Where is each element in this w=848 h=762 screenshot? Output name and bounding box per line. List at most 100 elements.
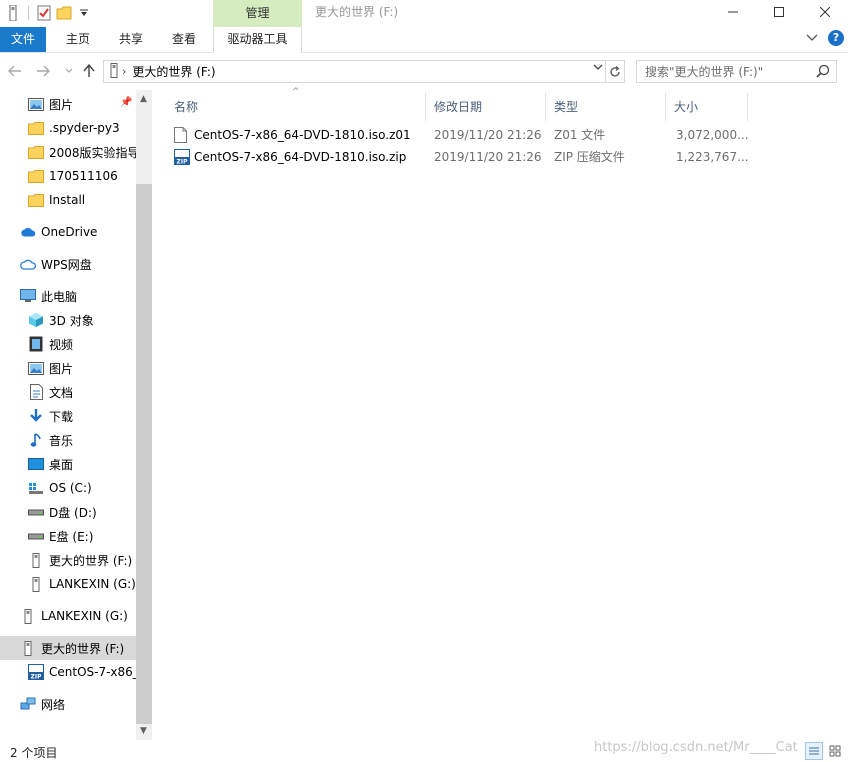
table-row[interactable]: CentOS-7-x86_64-DVD-1810.iso.z01 2019/11… bbox=[170, 124, 750, 146]
wps-cloud-icon bbox=[20, 256, 36, 272]
sidebar-item-lankexin[interactable]: LANKEXIN (G:) bbox=[20, 604, 136, 628]
pin-icon[interactable]: 📌 bbox=[120, 97, 132, 108]
sidebar-item-drive-f[interactable]: 更大的世界 (F:) bbox=[28, 548, 136, 572]
sidebar-item-downloads[interactable]: 下载 bbox=[28, 404, 136, 428]
sidebar-item-drive-g[interactable]: LANKEXIN (G:) bbox=[28, 572, 136, 596]
recent-locations-button[interactable] bbox=[60, 62, 78, 80]
sidebar-item-pictures[interactable]: 图片 bbox=[28, 356, 136, 380]
onedrive-icon bbox=[20, 224, 36, 240]
large-icons-view-icon[interactable] bbox=[826, 742, 844, 760]
file-date: 2019/11/20 21:26 bbox=[434, 150, 542, 164]
3d-objects-icon bbox=[28, 312, 44, 328]
sidebar-item-desktop[interactable]: 桌面 bbox=[28, 452, 136, 476]
column-header-date[interactable]: 修改日期 bbox=[428, 93, 546, 121]
breadcrumb-chevron-icon[interactable]: › bbox=[122, 65, 126, 78]
tab-manage[interactable]: 管理 bbox=[213, 0, 302, 27]
search-icon[interactable] bbox=[816, 64, 830, 81]
sidebar-item-documents[interactable]: 文档 bbox=[28, 380, 136, 404]
svg-text:ZIP: ZIP bbox=[31, 674, 43, 681]
navigation-pane: 图片 📌 .spyder-py3 2008版实验指导 170511106 Ins… bbox=[0, 90, 152, 740]
refresh-icon bbox=[609, 65, 620, 77]
tab-share[interactable]: 共享 bbox=[108, 27, 154, 52]
quick-access-toolbar bbox=[4, 3, 93, 23]
column-header-type[interactable]: 类型 bbox=[548, 93, 666, 121]
minimize-button[interactable] bbox=[710, 0, 756, 24]
sidebar-scrollbar[interactable]: ▲ ▼ bbox=[136, 90, 152, 740]
folder-icon bbox=[28, 144, 44, 160]
this-pc-icon bbox=[20, 288, 36, 304]
sidebar-scroll-thumb[interactable] bbox=[136, 184, 152, 724]
usb-drive-icon bbox=[20, 608, 36, 624]
back-button[interactable] bbox=[6, 62, 24, 80]
chevron-down-icon bbox=[65, 68, 73, 73]
forward-arrow-icon bbox=[37, 65, 50, 77]
downloads-icon bbox=[28, 408, 44, 424]
pictures-icon bbox=[28, 360, 44, 376]
desktop-icon bbox=[28, 456, 44, 472]
breadcrumb[interactable]: 更大的世界 (F:) bbox=[132, 63, 215, 80]
maximize-button[interactable] bbox=[756, 0, 802, 24]
watermark: https://blog.csdn.net/Mr____Cat bbox=[594, 740, 798, 755]
sidebar-item-onedrive[interactable]: OneDrive bbox=[20, 220, 136, 244]
window-title: 更大的世界 (F:) bbox=[315, 5, 399, 19]
sidebar-item-3d-objects[interactable]: 3D 对象 bbox=[28, 308, 136, 332]
maximize-icon bbox=[774, 7, 784, 17]
title-bar: 管理 更大的世界 (F:) bbox=[0, 0, 848, 27]
forward-button[interactable] bbox=[34, 62, 52, 80]
help-icon[interactable]: ? bbox=[828, 30, 844, 46]
music-icon bbox=[28, 432, 44, 448]
sidebar-item-2008[interactable]: 2008版实验指导 bbox=[28, 140, 136, 164]
sidebar-item-network[interactable]: 网络 bbox=[20, 692, 136, 716]
column-header-size[interactable]: 大小 bbox=[668, 93, 748, 121]
address-dropdown-icon[interactable] bbox=[593, 64, 603, 75]
sidebar-item-wps[interactable]: WPS网盘 bbox=[20, 252, 136, 276]
sidebar-item-this-pc[interactable]: 此电脑 bbox=[20, 284, 136, 308]
zip-icon: ZIP bbox=[28, 664, 44, 680]
drive-icon bbox=[28, 504, 44, 520]
close-icon bbox=[820, 7, 830, 17]
usb-drive-icon bbox=[28, 552, 44, 568]
sidebar-item-spyder[interactable]: .spyder-py3 bbox=[28, 116, 136, 140]
scroll-up-icon[interactable]: ▲ bbox=[140, 94, 147, 104]
close-button[interactable] bbox=[802, 0, 848, 24]
sidebar-item-drive-e[interactable]: E盘 (E:) bbox=[28, 524, 136, 548]
sidebar-item-170511106[interactable]: 170511106 bbox=[28, 164, 136, 188]
network-icon bbox=[20, 696, 36, 712]
sidebar-item-drive-c[interactable]: OS (C:) bbox=[28, 476, 136, 500]
sidebar-item-music[interactable]: 音乐 bbox=[28, 428, 136, 452]
column-header-name[interactable]: 名称 bbox=[168, 93, 426, 121]
file-type: Z01 文件 bbox=[554, 128, 606, 142]
navigation-bar: › 更大的世界 (F:) 搜索"更大的世界 (F:)" bbox=[0, 54, 848, 88]
tab-file[interactable]: 文件 bbox=[0, 27, 46, 52]
customize-toolbar-icon[interactable] bbox=[75, 4, 93, 22]
up-button[interactable] bbox=[80, 62, 98, 80]
usb-drive-icon bbox=[28, 576, 44, 592]
folder-icon bbox=[28, 192, 44, 208]
sidebar-item-current-drive[interactable]: 更大的世界 (F:) bbox=[0, 636, 136, 660]
pictures-icon bbox=[28, 96, 44, 112]
new-folder-icon[interactable] bbox=[55, 4, 73, 22]
expand-ribbon-icon[interactable] bbox=[806, 31, 818, 45]
search-placeholder: 搜索"更大的世界 (F:)" bbox=[645, 65, 764, 79]
minimize-icon bbox=[728, 11, 738, 13]
details-view-icon[interactable] bbox=[805, 742, 823, 760]
sidebar-item-videos[interactable]: 视频 bbox=[28, 332, 136, 356]
tab-home[interactable]: 主页 bbox=[54, 27, 102, 52]
usb-drive-icon bbox=[20, 640, 36, 656]
tab-view[interactable]: 查看 bbox=[162, 27, 206, 52]
scroll-down-icon[interactable]: ▼ bbox=[140, 726, 147, 736]
properties-icon[interactable] bbox=[35, 4, 53, 22]
file-name: CentOS-7-x86_64-DVD-1810.iso.zip bbox=[194, 150, 407, 164]
sidebar-item-drive-d[interactable]: D盘 (D:) bbox=[28, 500, 136, 524]
table-row[interactable]: ZIP CentOS-7-x86_64-DVD-1810.iso.zip 201… bbox=[170, 146, 750, 168]
documents-icon bbox=[28, 384, 44, 400]
address-bar[interactable]: › 更大的世界 (F:) bbox=[103, 60, 606, 83]
sidebar-item-install[interactable]: Install bbox=[28, 188, 136, 212]
status-bar: 2 个项目 https://blog.csdn.net/Mr____Cat bbox=[0, 740, 848, 762]
tab-drive-tools[interactable]: 驱动器工具 bbox=[213, 27, 302, 53]
folder-icon bbox=[28, 120, 44, 136]
refresh-button[interactable] bbox=[605, 60, 625, 83]
sidebar-item-centos-zip[interactable]: ZIP CentOS-7-x86_ bbox=[28, 660, 136, 684]
drive-icon bbox=[28, 528, 44, 544]
search-input[interactable]: 搜索"更大的世界 (F:)" bbox=[636, 60, 837, 83]
